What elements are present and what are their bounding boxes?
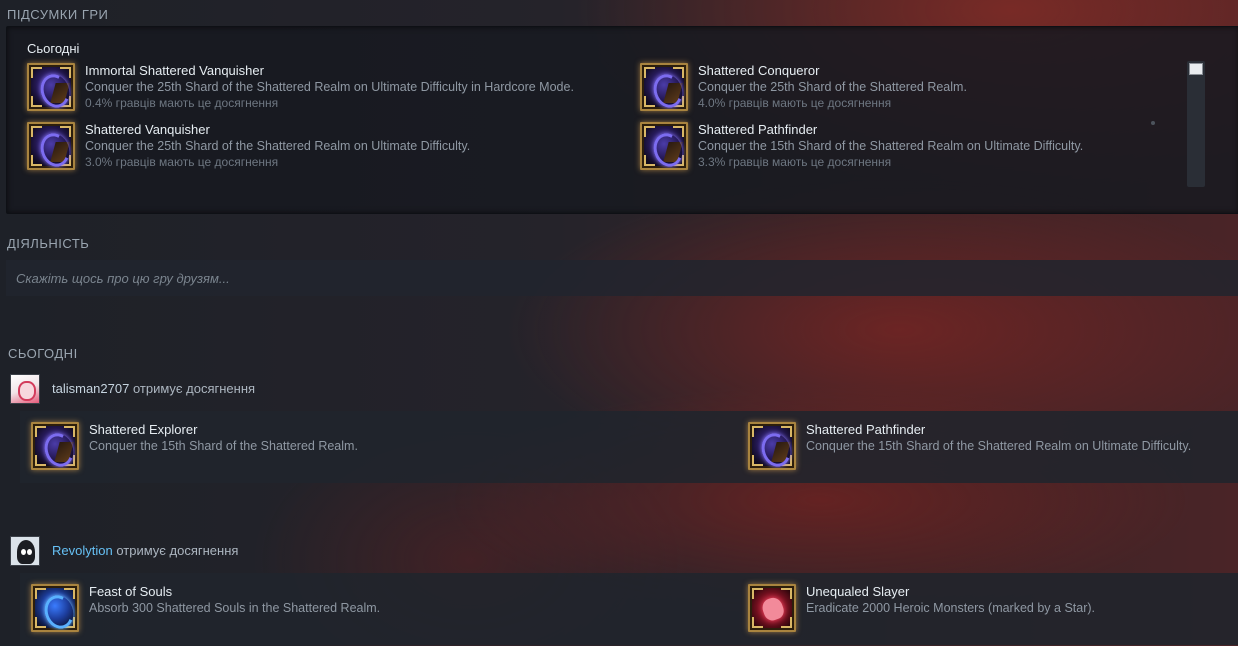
summary-achievement[interactable]: Immortal Shattered Vanquisher Conquer th… xyxy=(27,63,627,115)
achievement-name: Immortal Shattered Vanquisher xyxy=(85,63,264,78)
achievement-description: Absorb 300 Shattered Souls in the Shatte… xyxy=(89,601,381,615)
achievement-description: Conquer the 15th Shard of the Shattered … xyxy=(806,439,1192,453)
feed-achievements-panel: Feast of Souls Absorb 300 Shattered Soul… xyxy=(20,573,1238,645)
shattered-realm-icon xyxy=(27,122,75,170)
today-label: Сьогодні xyxy=(27,41,80,56)
achievement-name: Shattered Explorer xyxy=(89,422,198,437)
username-link[interactable]: talisman2707 xyxy=(52,381,129,396)
achievement-name: Feast of Souls xyxy=(89,584,173,599)
achievement-percent: 4.0% гравців мають це досягнення xyxy=(698,96,892,110)
achievement-description: Conquer the 25th Shard of the Shattered … xyxy=(85,139,471,153)
achievement-name: Shattered Pathfinder xyxy=(698,122,818,137)
feed-achievement[interactable]: Unequaled Slayer Eradicate 2000 Heroic M… xyxy=(748,584,1228,636)
summary-scrollbar[interactable] xyxy=(1187,61,1205,187)
feed-title: СЬОГОДНІ xyxy=(8,346,78,361)
feed-entry-text: talisman2707 отримує досягнення xyxy=(52,381,255,396)
feed-achievement[interactable]: Feast of Souls Absorb 300 Shattered Soul… xyxy=(31,584,631,636)
achievement-description: Conquer the 25th Shard of the Shattered … xyxy=(85,80,574,94)
achievement-percent: 3.0% гравців мають це досягнення xyxy=(85,155,279,169)
feed-achievement[interactable]: Shattered Pathfinder Conquer the 15th Sh… xyxy=(748,422,1228,474)
achievement-description: Conquer the 15th Shard of the Shattered … xyxy=(89,439,358,453)
feed-entry-text: Revolytion отримує досягнення xyxy=(52,543,238,558)
shattered-realm-icon xyxy=(640,63,688,111)
avatar[interactable] xyxy=(10,374,40,404)
shattered-realm-icon xyxy=(640,122,688,170)
achievement-percent: 0.4% гравців мають це досягнення xyxy=(85,96,279,110)
achievement-percent: 3.3% гравців мають це досягнення xyxy=(698,155,892,169)
red-skull-icon xyxy=(748,584,796,632)
avatar[interactable] xyxy=(10,536,40,566)
summary-achievement[interactable]: Shattered Conqueror Conquer the 25th Sha… xyxy=(640,63,1140,115)
status-input[interactable] xyxy=(6,260,1238,296)
achievement-name: Shattered Vanquisher xyxy=(85,122,210,137)
feed-achievements-panel: Shattered Explorer Conquer the 15th Shar… xyxy=(20,411,1238,483)
activity-title: ДІЯЛЬНІСТЬ xyxy=(7,236,90,251)
summary-achievement[interactable]: Shattered Vanquisher Conquer the 25th Sh… xyxy=(27,122,627,174)
achievement-description: Conquer the 15th Shard of the Shattered … xyxy=(698,139,1084,153)
feed-action-text: отримує досягнення xyxy=(112,543,239,558)
achievement-description: Conquer the 25th Shard of the Shattered … xyxy=(698,80,967,94)
carousel-dot-icon[interactable] xyxy=(1151,121,1155,125)
shattered-realm-icon xyxy=(31,422,79,470)
achievement-name: Unequaled Slayer xyxy=(806,584,910,599)
feed-action-text: отримує досягнення xyxy=(129,381,256,396)
achievement-name: Shattered Conqueror xyxy=(698,63,820,78)
achievement-name: Shattered Pathfinder xyxy=(806,422,926,437)
scrollbar-thumb[interactable] xyxy=(1189,63,1203,75)
feed-achievement[interactable]: Shattered Explorer Conquer the 15th Shar… xyxy=(31,422,631,474)
shattered-realm-icon xyxy=(748,422,796,470)
game-summary-panel: Сьогодні Immortal Shattered Vanquisher C… xyxy=(6,26,1238,214)
achievement-description: Eradicate 2000 Heroic Monsters (marked b… xyxy=(806,601,1096,615)
shattered-realm-icon xyxy=(27,63,75,111)
blue-soul-icon xyxy=(31,584,79,632)
game-summary-title: ПІДСУМКИ ГРИ xyxy=(7,7,109,22)
summary-achievement[interactable]: Shattered Pathfinder Conquer the 15th Sh… xyxy=(640,122,1140,174)
username-link[interactable]: Revolytion xyxy=(52,543,113,558)
